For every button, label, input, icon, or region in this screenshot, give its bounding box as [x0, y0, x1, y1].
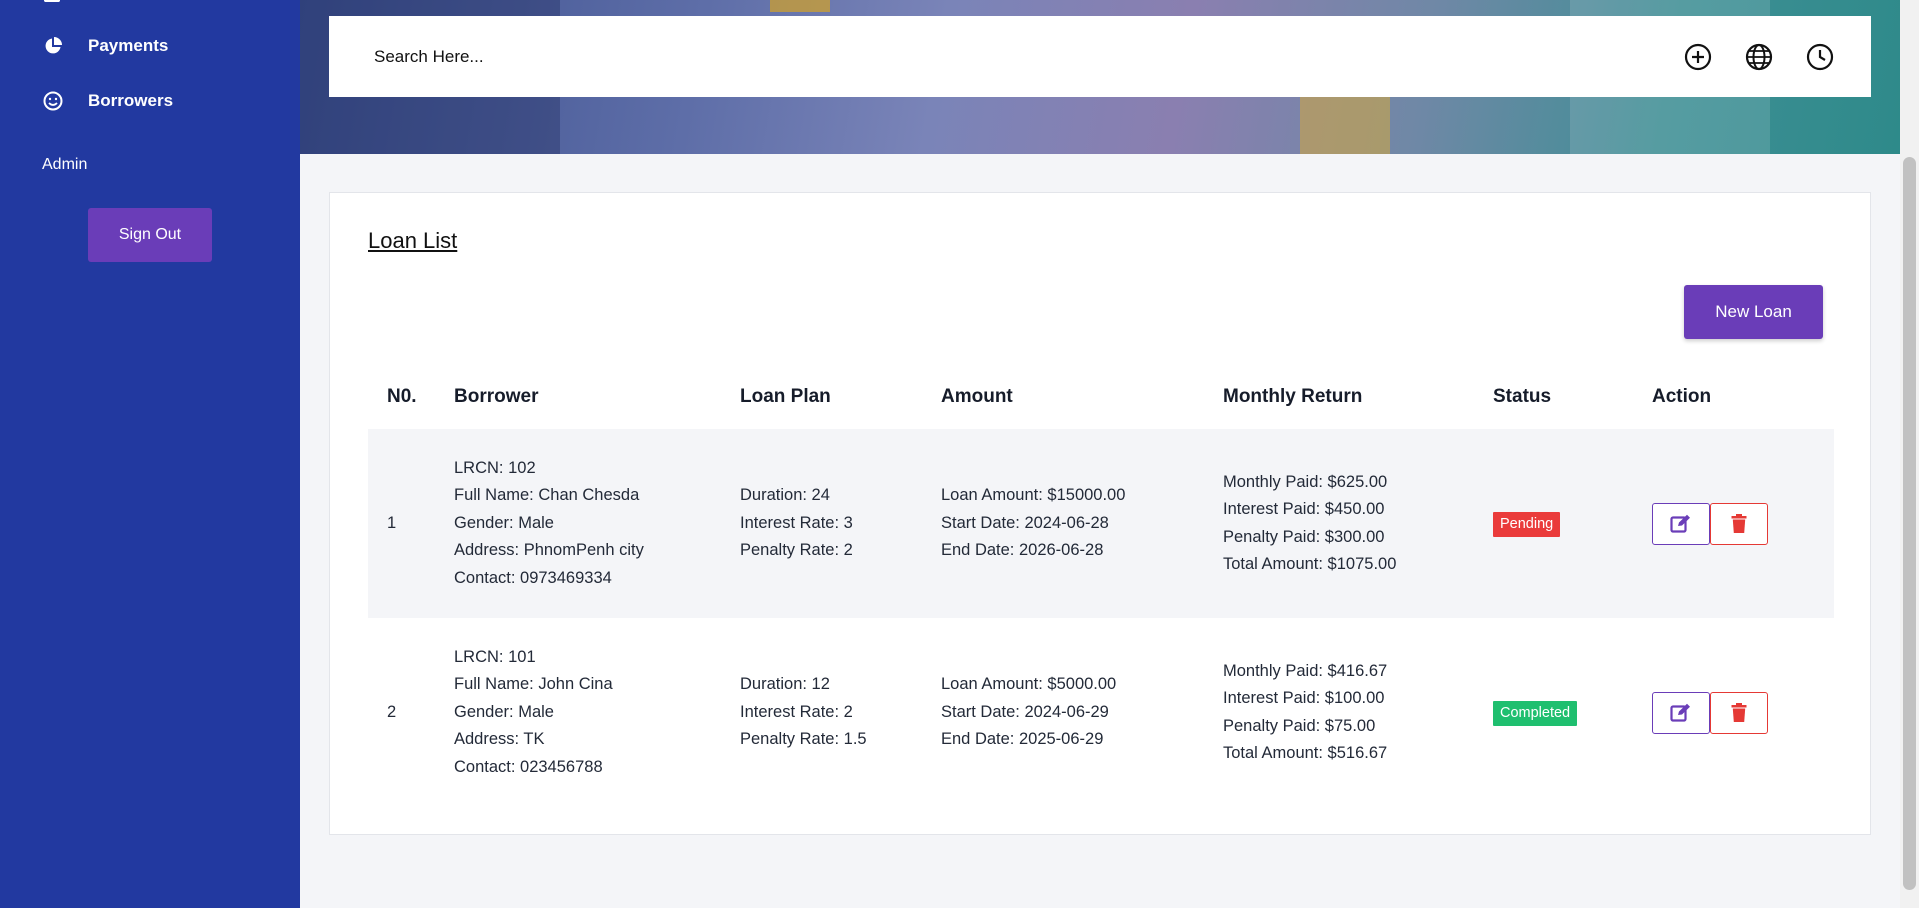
sidebar-item-label: Borrowers — [88, 91, 174, 110]
monthly-return-cell: Monthly Paid: $416.67 Interest Paid: $10… — [1223, 618, 1493, 807]
interest-paid: Interest Paid: $450.00 — [1223, 500, 1385, 518]
status-badge: Pending — [1493, 511, 1561, 537]
page-title: Loan List — [368, 228, 458, 253]
plan-interest-rate: Interest Rate: 3 — [740, 513, 853, 532]
plan-interest-rate: Interest Rate: 2 — [740, 702, 853, 721]
column-header: Status — [1493, 386, 1552, 407]
loan-plan-cell: Duration: 12 Interest Rate: 2 Penalty Ra… — [740, 618, 941, 807]
globe-icon[interactable] — [1743, 41, 1774, 72]
search-bar — [329, 16, 1871, 97]
edit-button[interactable] — [1652, 502, 1710, 545]
borrower-name: Full Name: Chan Chesda — [454, 486, 640, 505]
borrower-contact: Contact: 0973469334 — [454, 568, 612, 587]
plan-duration: Duration: 24 — [740, 486, 830, 505]
column-header: Action — [1652, 386, 1712, 407]
page-scrollbar[interactable] — [1900, 0, 1919, 908]
start-date: Start Date: 2024-06-28 — [941, 513, 1109, 532]
borrower-address: Address: TK — [454, 730, 545, 749]
edit-icon — [1670, 514, 1690, 533]
sidebar-item-label: Payments — [88, 36, 169, 55]
monthly-return-cell: Monthly Paid: $625.00 Interest Paid: $45… — [1223, 429, 1493, 618]
start-date: Start Date: 2024-06-29 — [941, 702, 1109, 721]
column-header: Loan Plan — [740, 386, 831, 407]
borrower-cell: LRCN: 101 Full Name: John Cina Gender: M… — [454, 618, 740, 807]
edit-button[interactable] — [1652, 691, 1710, 734]
search-input[interactable] — [374, 46, 974, 67]
clock-icon[interactable] — [1804, 41, 1835, 72]
sign-out-button[interactable]: Sign Out — [88, 208, 212, 262]
header-icons — [1682, 16, 1835, 97]
smile-icon — [42, 90, 64, 112]
loan-list-card: Loan List New Loan N0. Borrower Loan Pla… — [329, 192, 1871, 835]
status-badge: Completed — [1493, 700, 1578, 726]
borrower-contact: Contact: 023456788 — [454, 757, 603, 776]
end-date: End Date: 2026-06-28 — [941, 541, 1104, 560]
status-cell: Pending — [1493, 429, 1652, 618]
borrower-lrcn: LRCN: 101 — [454, 647, 536, 666]
status-cell: Completed — [1493, 618, 1652, 807]
plan-penalty-rate: Penalty Rate: 2 — [740, 541, 853, 560]
dashboard-icon[interactable] — [44, 0, 60, 2]
monthly-paid: Monthly Paid: $625.00 — [1223, 472, 1388, 491]
total-amount: Total Amount: $516.67 — [1223, 744, 1388, 762]
borrower-address: Address: PhnomPenh city — [454, 541, 644, 560]
amount-cell: Loan Amount: $15000.00 Start Date: 2024-… — [941, 429, 1223, 618]
column-header: Amount — [941, 386, 1013, 407]
borrower-cell: LRCN: 102 Full Name: Chan Chesda Gender:… — [454, 429, 740, 618]
new-loan-button[interactable]: New Loan — [1684, 285, 1823, 339]
sidebar-section-admin: Admin — [42, 156, 88, 173]
sidebar-item-borrowers[interactable]: Borrowers — [42, 90, 173, 112]
column-header: Borrower — [454, 386, 539, 407]
action-cell — [1652, 618, 1834, 807]
scrollbar-thumb[interactable] — [1903, 157, 1916, 890]
table-row: 2 LRCN: 101 Full Name: John Cina Gender:… — [368, 618, 1834, 807]
borrower-gender: Gender: Male — [454, 513, 554, 532]
borrower-lrcn: LRCN: 102 — [454, 458, 536, 477]
borrower-name: Full Name: John Cina — [454, 675, 613, 694]
interest-paid: Interest Paid: $100.00 — [1223, 689, 1385, 707]
pie-chart-icon — [42, 35, 64, 57]
sidebar-item-payments[interactable]: Payments — [42, 35, 168, 57]
loan-table: N0. Borrower Loan Plan Amount Monthly Re… — [368, 365, 1834, 807]
total-amount: Total Amount: $1075.00 — [1223, 555, 1397, 573]
table-row: 1 LRCN: 102 Full Name: Chan Chesda Gende… — [368, 429, 1834, 618]
plan-duration: Duration: 12 — [740, 675, 830, 694]
trash-icon — [1731, 702, 1747, 722]
borrower-gender: Gender: Male — [454, 702, 554, 721]
row-number: 1 — [368, 429, 454, 618]
loan-amount: Loan Amount: $15000.00 — [941, 486, 1126, 505]
column-header: Monthly Return — [1223, 386, 1363, 407]
action-cell — [1652, 429, 1834, 618]
sidebar: Payments Borrowers Admin Sign Out — [0, 0, 300, 908]
table-header-row: N0. Borrower Loan Plan Amount Monthly Re… — [368, 365, 1834, 429]
banner-decoration — [770, 0, 830, 12]
column-header: N0. — [387, 386, 417, 407]
trash-icon — [1731, 513, 1747, 533]
delete-button[interactable] — [1710, 691, 1768, 734]
amount-cell: Loan Amount: $5000.00 Start Date: 2024-0… — [941, 618, 1223, 807]
penalty-paid: Penalty Paid: $300.00 — [1223, 527, 1385, 546]
loan-plan-cell: Duration: 24 Interest Rate: 3 Penalty Ra… — [740, 429, 941, 618]
penalty-paid: Penalty Paid: $75.00 — [1223, 716, 1376, 735]
plan-penalty-rate: Penalty Rate: 1.5 — [740, 730, 867, 749]
monthly-paid: Monthly Paid: $416.67 — [1223, 661, 1388, 680]
edit-icon — [1670, 703, 1690, 722]
loan-amount: Loan Amount: $5000.00 — [941, 675, 1117, 694]
row-number: 2 — [387, 702, 397, 721]
plus-circle-icon[interactable] — [1682, 41, 1713, 72]
end-date: End Date: 2025-06-29 — [941, 730, 1104, 749]
delete-button[interactable] — [1710, 502, 1768, 545]
